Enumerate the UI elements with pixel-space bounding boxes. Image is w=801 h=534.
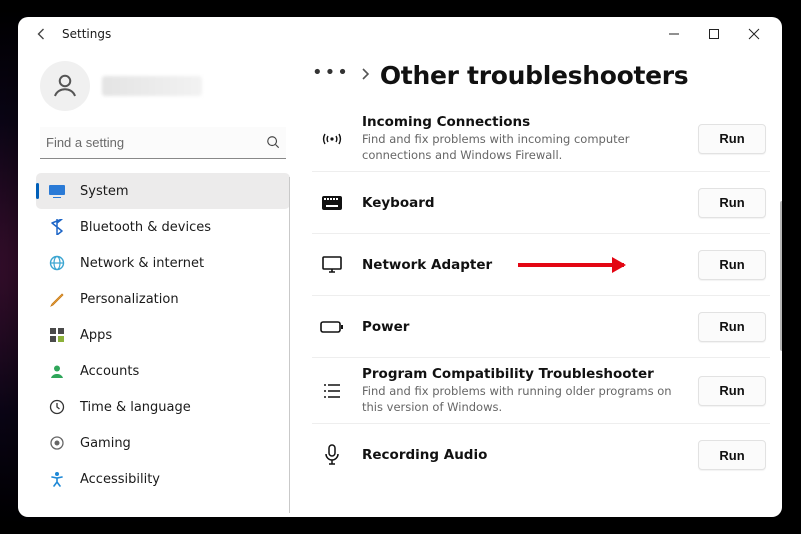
nav-wrap: System Bluetooth & devices Network & int… bbox=[36, 173, 290, 517]
run-button[interactable]: Run bbox=[698, 188, 766, 218]
app-title: Settings bbox=[62, 27, 111, 41]
run-button[interactable]: Run bbox=[698, 312, 766, 342]
keyboard-icon bbox=[318, 189, 346, 217]
broadcast-icon bbox=[318, 125, 346, 153]
sidebar-item-label: System bbox=[80, 184, 128, 199]
troubleshooter-list: Incoming Connections Find and fix proble… bbox=[312, 106, 770, 486]
settings-window: Settings bbox=[18, 17, 782, 517]
minimize-button[interactable] bbox=[654, 20, 694, 48]
sidebar-item-label: Personalization bbox=[80, 292, 179, 307]
page-title: Other troubleshooters bbox=[380, 61, 689, 90]
microphone-icon bbox=[318, 441, 346, 469]
profile-name-redacted bbox=[102, 76, 202, 96]
troubleshooter-power: Power Run bbox=[312, 296, 770, 358]
troubleshooter-title: Recording Audio bbox=[362, 447, 672, 463]
monitor-icon bbox=[318, 251, 346, 279]
troubleshooter-title: Keyboard bbox=[362, 195, 672, 211]
troubleshooter-title: Power bbox=[362, 319, 672, 335]
nav-list: System Bluetooth & devices Network & int… bbox=[36, 173, 290, 497]
minimize-icon bbox=[668, 28, 680, 40]
troubleshooter-recording-audio: Recording Audio Run bbox=[312, 424, 770, 486]
sidebar-item-accessibility[interactable]: Accessibility bbox=[36, 461, 290, 497]
search-input[interactable] bbox=[40, 127, 286, 159]
sidebar-item-label: Apps bbox=[80, 328, 112, 343]
troubleshooter-title: Incoming Connections bbox=[362, 114, 672, 130]
nav-divider bbox=[289, 177, 290, 513]
gaming-icon bbox=[48, 434, 66, 452]
clock-icon bbox=[48, 398, 66, 416]
troubleshooter-desc: Find and fix problems with incoming comp… bbox=[362, 132, 672, 163]
search-icon bbox=[266, 135, 280, 153]
bluetooth-icon bbox=[48, 218, 66, 236]
sidebar-item-gaming[interactable]: Gaming bbox=[36, 425, 290, 461]
content: System Bluetooth & devices Network & int… bbox=[18, 51, 782, 517]
accessibility-icon bbox=[48, 470, 66, 488]
sidebar-item-apps[interactable]: Apps bbox=[36, 317, 290, 353]
troubleshooter-incoming-connections: Incoming Connections Find and fix proble… bbox=[312, 106, 770, 172]
sidebar-item-accounts[interactable]: Accounts bbox=[36, 353, 290, 389]
close-button[interactable] bbox=[734, 20, 774, 48]
troubleshooter-title: Program Compatibility Troubleshooter bbox=[362, 366, 672, 382]
apps-icon bbox=[48, 326, 66, 344]
troubleshooter-network-adapter: Network Adapter Run bbox=[312, 234, 770, 296]
profile-block[interactable] bbox=[36, 55, 290, 127]
checklist-icon bbox=[318, 377, 346, 405]
troubleshooter-desc: Find and fix problems with running older… bbox=[362, 384, 672, 415]
accounts-icon bbox=[48, 362, 66, 380]
back-button[interactable] bbox=[28, 20, 56, 48]
person-icon bbox=[50, 71, 80, 101]
sidebar-item-label: Bluetooth & devices bbox=[80, 220, 211, 235]
sidebar-item-label: Accounts bbox=[80, 364, 139, 379]
sidebar-item-label: Time & language bbox=[80, 400, 191, 415]
sidebar-item-label: Gaming bbox=[80, 436, 131, 451]
maximize-icon bbox=[708, 28, 720, 40]
scrollbar[interactable] bbox=[780, 201, 782, 351]
sidebar-item-label: Accessibility bbox=[80, 472, 160, 487]
sidebar-item-bluetooth[interactable]: Bluetooth & devices bbox=[36, 209, 290, 245]
arrow-left-icon bbox=[34, 26, 50, 42]
sidebar-item-label: Network & internet bbox=[80, 256, 204, 271]
annotation-arrow bbox=[518, 263, 624, 267]
run-button[interactable]: Run bbox=[698, 250, 766, 280]
breadcrumb-overflow[interactable]: ••• bbox=[312, 64, 350, 88]
close-icon bbox=[748, 28, 760, 40]
sidebar-item-system[interactable]: System bbox=[36, 173, 290, 209]
titlebar: Settings bbox=[18, 17, 782, 51]
chevron-right-icon bbox=[360, 67, 370, 85]
avatar bbox=[40, 61, 90, 111]
sidebar-item-personalization[interactable]: Personalization bbox=[36, 281, 290, 317]
maximize-button[interactable] bbox=[694, 20, 734, 48]
run-button[interactable]: Run bbox=[698, 440, 766, 470]
breadcrumb: ••• Other troubleshooters bbox=[312, 61, 770, 90]
troubleshooter-keyboard: Keyboard Run bbox=[312, 172, 770, 234]
sidebar: System Bluetooth & devices Network & int… bbox=[18, 51, 294, 517]
troubleshooter-program-compatibility: Program Compatibility Troubleshooter Fin… bbox=[312, 358, 770, 424]
run-button[interactable]: Run bbox=[698, 376, 766, 406]
sidebar-item-network[interactable]: Network & internet bbox=[36, 245, 290, 281]
battery-icon bbox=[318, 313, 346, 341]
main-pane: ••• Other troubleshooters Incoming Conne… bbox=[294, 51, 782, 517]
run-button[interactable]: Run bbox=[698, 124, 766, 154]
globe-icon bbox=[48, 254, 66, 272]
paint-icon bbox=[48, 290, 66, 308]
search-field-wrap bbox=[40, 127, 286, 159]
system-icon bbox=[48, 182, 66, 200]
sidebar-item-time[interactable]: Time & language bbox=[36, 389, 290, 425]
